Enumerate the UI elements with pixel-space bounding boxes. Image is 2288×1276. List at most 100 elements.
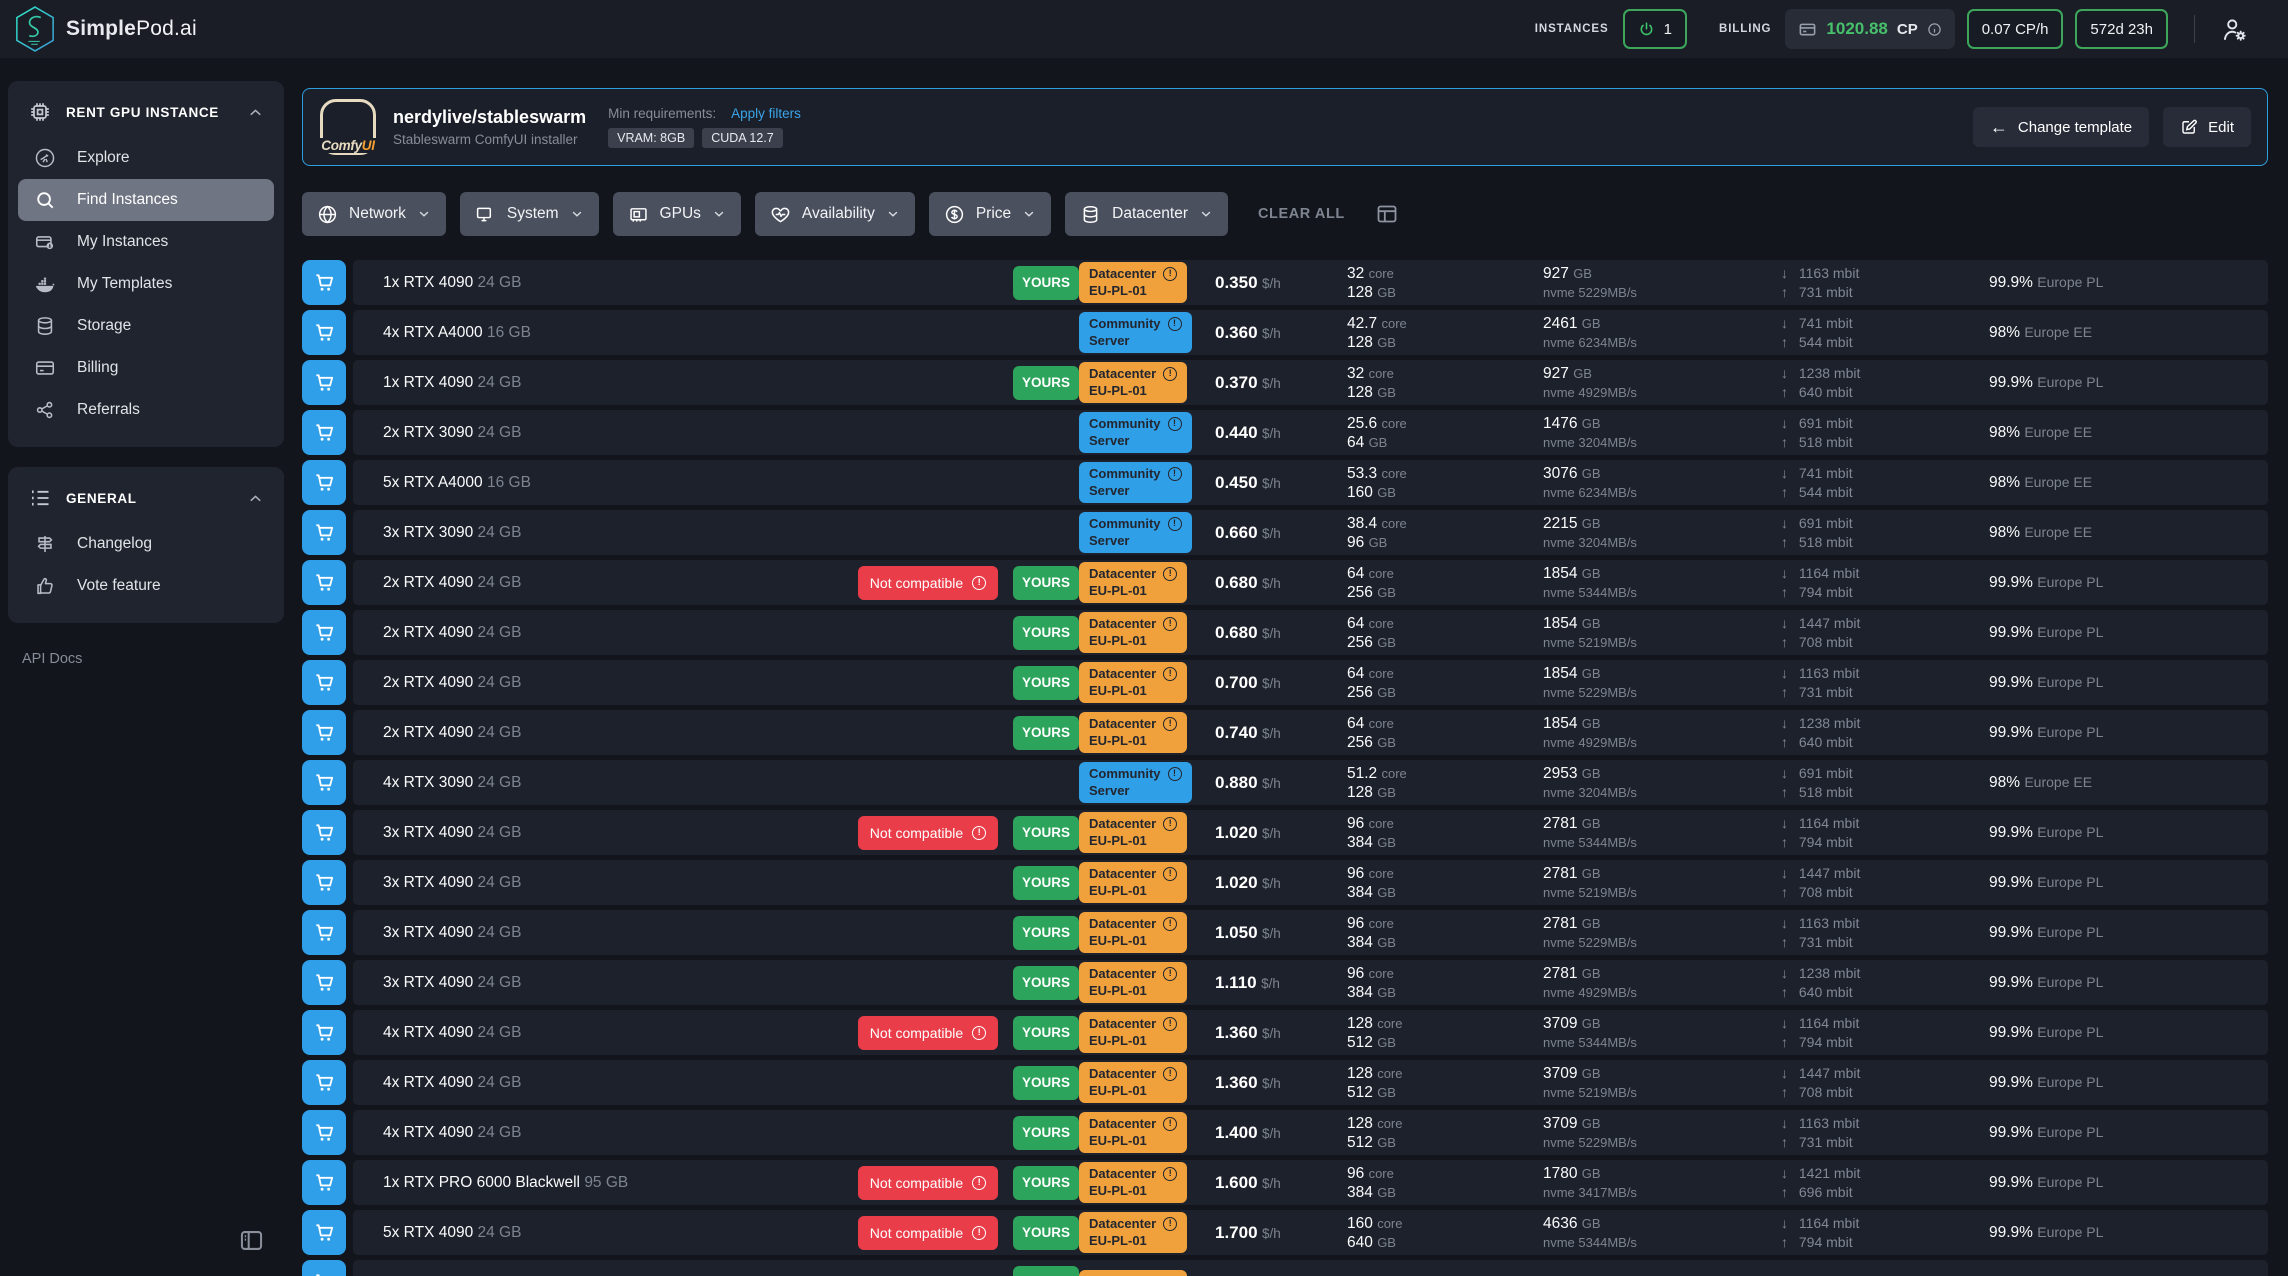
server-badge[interactable]: Community! Server: [1079, 312, 1192, 353]
server-badge[interactable]: Datacenter! EU-PL-01: [1079, 1162, 1187, 1203]
api-docs-link[interactable]: API Docs: [22, 651, 284, 667]
server-badge[interactable]: Datacenter! EU-PL-01: [1079, 1012, 1187, 1053]
server-badge[interactable]: Datacenter! EU-PL-01: [1079, 862, 1187, 903]
instance-card[interactable]: 4x RTX 4090 24 GB Not compatible! YOURS …: [353, 1110, 2268, 1155]
instance-card[interactable]: 1x RTX 4090 24 GB Not compatible! YOURS …: [353, 360, 2268, 405]
clear-all-button[interactable]: CLEAR ALL: [1258, 206, 1345, 222]
sidebar-item-explore[interactable]: Explore: [18, 137, 274, 179]
instance-card[interactable]: 2x RTX 3090 24 GB Not compatible! YOURS …: [353, 410, 2268, 455]
instance-card[interactable]: 4x RTX 4090 24 GB Not compatible! YOURS …: [353, 1060, 2268, 1105]
time-left-badge[interactable]: 572d 23h: [2075, 9, 2168, 49]
sidebar-collapse-icon[interactable]: [238, 1227, 265, 1254]
instance-card[interactable]: 5x RTX A4000 16 GB Not compatible! YOURS…: [353, 460, 2268, 505]
server-badge[interactable]: Community! Server: [1079, 512, 1192, 553]
sidebar-section-header[interactable]: RENT GPU INSTANCE: [18, 94, 274, 137]
server-badge[interactable]: Datacenter! EU-PL-01: [1079, 362, 1187, 403]
info-icon[interactable]: [1927, 22, 1942, 37]
instance-card[interactable]: 2x RTX 4090 24 GB Not compatible! YOURS …: [353, 710, 2268, 755]
edit-template-button[interactable]: Edit: [2163, 107, 2251, 147]
instance-card[interactable]: 3x RTX 3090 24 GB Not compatible! YOURS …: [353, 510, 2268, 555]
add-to-cart-button[interactable]: [302, 1260, 346, 1276]
sidebar-item-find-instances[interactable]: Find Instances: [18, 179, 274, 221]
add-to-cart-button[interactable]: [302, 910, 346, 955]
filter-network-button[interactable]: Network: [302, 192, 446, 236]
add-to-cart-button[interactable]: [302, 810, 346, 855]
add-to-cart-button[interactable]: [302, 1060, 346, 1105]
add-to-cart-button[interactable]: [302, 610, 346, 655]
add-to-cart-button[interactable]: [302, 510, 346, 555]
add-to-cart-button[interactable]: [302, 460, 346, 505]
add-to-cart-button[interactable]: [302, 360, 346, 405]
server-badge[interactable]: Datacenter! EU-PL-01: [1079, 262, 1187, 303]
server-badge[interactable]: Datacenter! EU-PL-01: [1079, 912, 1187, 953]
add-to-cart-button[interactable]: [302, 1110, 346, 1155]
instance-card[interactable]: 3x RTX 4090 24 GB Not compatible! YOURS …: [353, 910, 2268, 955]
server-badge[interactable]: Datacenter! EU-PL-01: [1079, 562, 1187, 603]
server-badge[interactable]: Datacenter! EU-PL-01: [1079, 712, 1187, 753]
sidebar-item-changelog[interactable]: Changelog: [18, 523, 274, 565]
sidebar-item-storage[interactable]: Storage: [18, 305, 274, 347]
filter-datacenter-button[interactable]: Datacenter: [1065, 192, 1228, 236]
sidebar-item-billing[interactable]: Billing: [18, 347, 274, 389]
credit-card-icon: [1798, 20, 1817, 39]
add-to-cart-button[interactable]: [302, 760, 346, 805]
filter-system-button[interactable]: System: [460, 192, 599, 236]
server-badge[interactable]: Datacenter!: [1079, 1270, 1187, 1276]
add-to-cart-button[interactable]: [302, 310, 346, 355]
server-badge[interactable]: Community! Server: [1079, 412, 1192, 453]
server-badge[interactable]: Community! Server: [1079, 462, 1192, 503]
instance-card[interactable]: 2x RTX 4090 24 GB Not compatible! YOURS …: [353, 610, 2268, 655]
instance-card[interactable]: 4x RTX 4090 24 GB Not compatible! YOURS …: [353, 1010, 2268, 1055]
instance-card[interactable]: 3x RTX 4090 24 GB Not compatible! YOURS …: [353, 810, 2268, 855]
burn-rate-badge[interactable]: 0.07 CP/h: [1967, 9, 2064, 49]
instance-card[interactable]: 2x RTX 4090 24 GB Not compatible! YOURS …: [353, 560, 2268, 605]
sidebar-item-vote-feature[interactable]: Vote feature: [18, 565, 274, 607]
upload-arrow-icon: ↑: [1781, 533, 1795, 552]
add-to-cart-button[interactable]: [302, 1160, 346, 1205]
add-to-cart-button[interactable]: [302, 410, 346, 455]
instance-card[interactable]: 3x RTX 4090 24 GB Not compatible! YOURS …: [353, 960, 2268, 1005]
table-layout-icon[interactable]: [1375, 202, 1399, 226]
server-badge[interactable]: Datacenter! EU-PL-01: [1079, 662, 1187, 703]
instance-card[interactable]: 1x RTX 4090 24 GB Not compatible! YOURS …: [353, 260, 2268, 305]
sidebar-item-my-instances[interactable]: My Instances: [18, 221, 274, 263]
add-to-cart-button[interactable]: [302, 560, 346, 605]
add-to-cart-button[interactable]: [302, 710, 346, 755]
add-to-cart-button[interactable]: [302, 860, 346, 905]
account-settings-icon[interactable]: [2221, 16, 2248, 43]
instance-card[interactable]: 5x RTX 4090 24 GB Not compatible! YOURS …: [353, 1210, 2268, 1255]
sidebar-section-header[interactable]: GENERAL: [18, 480, 274, 523]
instance-card[interactable]: 4x RTX A4000 16 GB Not compatible! YOURS…: [353, 310, 2268, 355]
filter-price-button[interactable]: Price: [929, 192, 1051, 236]
instance-card[interactable]: 1x RTX PRO 6000 Blackwell 95 GB Not comp…: [353, 1160, 2268, 1205]
add-to-cart-button[interactable]: [302, 1010, 346, 1055]
server-badge[interactable]: Datacenter! EU-PL-01: [1079, 962, 1187, 1003]
instance-card[interactable]: 2x RTX 4090 24 GB Not compatible! YOURS …: [353, 660, 2268, 705]
add-to-cart-button[interactable]: [302, 660, 346, 705]
server-badge[interactable]: Community! Server: [1079, 762, 1192, 803]
brand[interactable]: SimplePod.ai: [14, 5, 197, 53]
sidebar-item-referrals[interactable]: Referrals: [18, 389, 274, 431]
server-badge[interactable]: Datacenter! EU-PL-01: [1079, 612, 1187, 653]
filter-gpus-button[interactable]: GPUs: [613, 192, 741, 236]
instance-card[interactable]: 4x RTX 3090 24 GB Not compatible! YOURS …: [353, 760, 2268, 805]
instance-card[interactable]: Not compatible! YOURS Datacenter! 160 co…: [353, 1260, 2268, 1276]
server-badge[interactable]: Datacenter! EU-PL-01: [1079, 1062, 1187, 1103]
add-to-cart-button[interactable]: [302, 960, 346, 1005]
add-to-cart-button[interactable]: [302, 260, 346, 305]
running-instances-badge[interactable]: 1: [1623, 9, 1687, 49]
server-badge[interactable]: Datacenter! EU-PL-01: [1079, 812, 1187, 853]
filter-availability-button[interactable]: Availability: [755, 192, 915, 236]
server-badge[interactable]: Datacenter! EU-PL-01: [1079, 1212, 1187, 1253]
add-to-cart-button[interactable]: [302, 1210, 346, 1255]
server-badge[interactable]: Datacenter! EU-PL-01: [1079, 1112, 1187, 1153]
filter-label: Datacenter: [1112, 205, 1188, 223]
instance-card[interactable]: 3x RTX 4090 24 GB Not compatible! YOURS …: [353, 860, 2268, 905]
warning-icon: !: [972, 1026, 986, 1040]
balance-badge[interactable]: 1020.88 CP: [1785, 9, 1954, 49]
instance-row: 1x RTX 4090 24 GB Not compatible! YOURS …: [302, 360, 2268, 405]
change-template-button[interactable]: ← Change template: [1973, 107, 2149, 147]
sidebar-item-my-templates[interactable]: My Templates: [18, 263, 274, 305]
yours-badge: YOURS: [1013, 866, 1079, 900]
apply-filters-link[interactable]: Apply filters: [731, 106, 801, 121]
